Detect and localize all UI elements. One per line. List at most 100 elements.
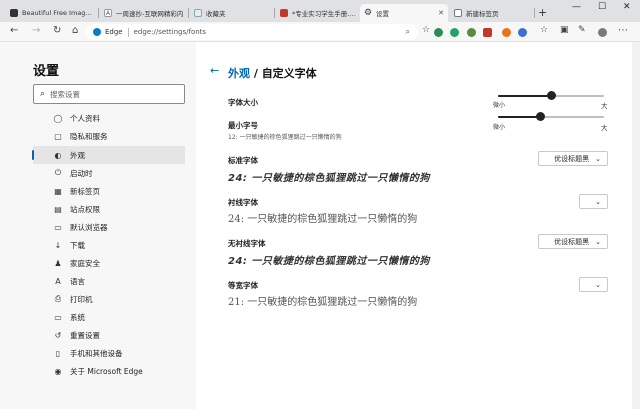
sidebar-item-family[interactable]: ♟ 家庭安全 (33, 254, 185, 272)
tab-beautiful-free-images[interactable]: Beautiful Free Images & (6, 4, 98, 22)
settings-sidebar: 设置 ⌕ 搜索设置 ◯ 个人资料 ▢ 隐私和服务 ◐ 外观 ⏻ 启动时 ▦ 新标… (0, 42, 196, 409)
close-tab-icon[interactable]: ✕ (438, 9, 444, 17)
edge-logo-icon (93, 28, 101, 36)
page-icon: A (104, 9, 112, 17)
extension-leaf-icon[interactable] (467, 28, 476, 37)
new-tab-plus-icon[interactable]: + (538, 6, 547, 19)
phone-icon: ▯ (55, 348, 61, 358)
mono-font-label: 等宽字体 (228, 281, 258, 290)
sidebar-item-language[interactable]: A 语言 (33, 272, 185, 290)
page-scrollbar[interactable] (632, 42, 640, 409)
back-arrow-icon[interactable]: ← (210, 64, 219, 77)
sidebar-item-label: 系统 (70, 312, 85, 322)
permissions-icon: ▤ (54, 204, 62, 214)
home-icon[interactable]: ⌂ (72, 25, 78, 36)
chevron-down-icon: ⌄ (595, 197, 601, 206)
sidebar-item-printers[interactable]: ⎙ 打印机 (33, 290, 185, 308)
refresh-icon[interactable]: ↻ (53, 25, 61, 36)
sidebar-item-system[interactable]: ▭ 系统 (33, 308, 185, 326)
active-indicator (32, 150, 34, 160)
newtab-icon: ▦ (54, 186, 62, 196)
sidebar-item-default-browser[interactable]: ▭ 默认浏览器 (33, 218, 185, 236)
sidebar-item-phone[interactable]: ▯ 手机和其他设备 (33, 344, 185, 362)
serif-font-sample: 24: 一只敏捷的棕色狐狸跳过一只懒惰的狗 (228, 214, 418, 225)
sidebar-item-profile[interactable]: ◯ 个人资料 (33, 109, 185, 127)
image-site-icon (10, 9, 18, 17)
sans-font-label: 无衬线字体 (228, 239, 266, 248)
font-size-max-label: 大 (601, 102, 608, 110)
minimize-icon[interactable]: — (572, 2, 581, 12)
sidebar-item-label: 外观 (70, 150, 85, 160)
min-font-size-label: 最小字号 (228, 121, 258, 130)
address-url: edge://settings/fonts (133, 28, 207, 36)
tab-weekly-news[interactable]: A 一周速抄-互联网精彩内 (100, 4, 188, 22)
avatar[interactable] (598, 28, 607, 37)
tab-separator (274, 8, 275, 18)
font-size-slider-knob[interactable] (547, 91, 556, 100)
address-bar[interactable]: Edge edge://settings/fonts ⌕ (86, 24, 418, 40)
tab-pdf-handbook[interactable]: *专业实习学生手册.pdf (276, 4, 360, 22)
back-arrow-icon[interactable]: ← (10, 25, 18, 36)
min-font-size-slider[interactable] (498, 112, 604, 121)
extension-shield-icon[interactable] (450, 28, 459, 37)
sidebar-item-permissions[interactable]: ▤ 站点权限 (33, 200, 185, 218)
tab-strip: Beautiful Free Images & A 一周速抄-互联网精彩内 收藏… (0, 0, 640, 22)
tab-new-tab[interactable]: 新建标签页 (450, 4, 534, 22)
download-icon: ↓ (54, 240, 62, 250)
breadcrumb: 外观 / 自定义字体 (228, 65, 317, 81)
min-font-size-max-label: 大 (601, 124, 608, 132)
sidebar-item-appearance[interactable]: ◐ 外观 (32, 146, 185, 164)
tab-separator (98, 8, 99, 18)
printer-icon: ⎙ (54, 294, 62, 303)
family-icon: ♟ (54, 258, 62, 268)
sidebar-item-about[interactable]: ◉ 关于 Microsoft Edge (33, 362, 185, 380)
forward-arrow-icon[interactable]: → (32, 25, 40, 36)
browser-window: Beautiful Free Images & A 一周速抄-互联网精彩内 收藏… (0, 0, 640, 409)
search-input[interactable]: ⌕ 搜索设置 (33, 84, 185, 104)
power-icon: ⏻ (54, 168, 62, 177)
mono-font-dropdown[interactable]: ⌄ (579, 277, 608, 292)
extension-blue-icon[interactable] (518, 28, 527, 37)
sidebar-item-label: 下载 (70, 240, 85, 250)
extension-green-icon[interactable] (434, 28, 443, 37)
language-icon: A (55, 276, 61, 286)
breadcrumb-separator: / (250, 67, 262, 80)
sidebar-item-label: 打印机 (70, 294, 93, 304)
edge-logo-icon: ◉ (54, 366, 62, 376)
font-size-slider[interactable] (498, 91, 604, 100)
extension-red-icon[interactable] (483, 28, 492, 37)
tab-favorites[interactable]: 收藏夹 (190, 4, 274, 22)
sidebar-item-reset[interactable]: ↺ 重置设置 (33, 326, 185, 344)
sidebar-item-label: 新标签页 (70, 186, 100, 196)
more-menu-icon[interactable]: ⋯ (618, 25, 628, 36)
sans-font-dropdown[interactable]: 优设标题黑 ⌄ (538, 234, 608, 249)
search-placeholder: 搜索设置 (50, 89, 81, 99)
sidebar-item-label: 手机和其他设备 (70, 348, 123, 358)
standard-font-dropdown[interactable]: 优设标题黑 ⌄ (538, 151, 608, 166)
extension-orange-icon[interactable] (502, 28, 511, 37)
maximize-icon[interactable]: ☐ (598, 2, 606, 12)
sidebar-item-label: 站点权限 (70, 204, 100, 214)
close-window-icon[interactable]: ✕ (623, 2, 631, 12)
settings-content: ← 外观 / 自定义字体 字体大小 微小 大 最小字号 12: 一只敏捷的棕色狐… (196, 42, 640, 409)
sidebar-item-newtab[interactable]: ▦ 新标签页 (33, 182, 185, 200)
address-divider (127, 27, 129, 37)
navigation-bar: ← → ↻ ⌂ Edge edge://settings/fonts ⌕ ☆ ☆… (0, 22, 640, 42)
favorites-bar-icon[interactable]: ☆ (540, 25, 548, 35)
tab-settings[interactable]: ⚙ 设置 ✕ (360, 4, 448, 22)
serif-font-dropdown[interactable]: ⌄ (579, 194, 608, 209)
sidebar-item-label: 默认浏览器 (70, 222, 108, 232)
sidebar-item-startup[interactable]: ⏻ 启动时 (33, 164, 185, 182)
breadcrumb-appearance-link[interactable]: 外观 (228, 67, 250, 80)
sidebar-item-privacy[interactable]: ▢ 隐私和服务 (33, 127, 185, 145)
reset-icon: ↺ (54, 330, 62, 340)
min-font-size-slider-knob[interactable] (536, 112, 545, 121)
sidebar-item-downloads[interactable]: ↓ 下载 (33, 236, 185, 254)
favorite-star-icon[interactable]: ☆ (422, 25, 430, 35)
tab-separator (534, 8, 535, 18)
zoom-search-icon[interactable]: ⌕ (406, 27, 410, 37)
feedback-icon[interactable]: ✎ (578, 25, 586, 35)
collections-icon[interactable]: ▣ (560, 25, 569, 35)
page-title: 自定义字体 (261, 67, 317, 80)
standard-font-selected: 优设标题黑 (554, 154, 590, 163)
